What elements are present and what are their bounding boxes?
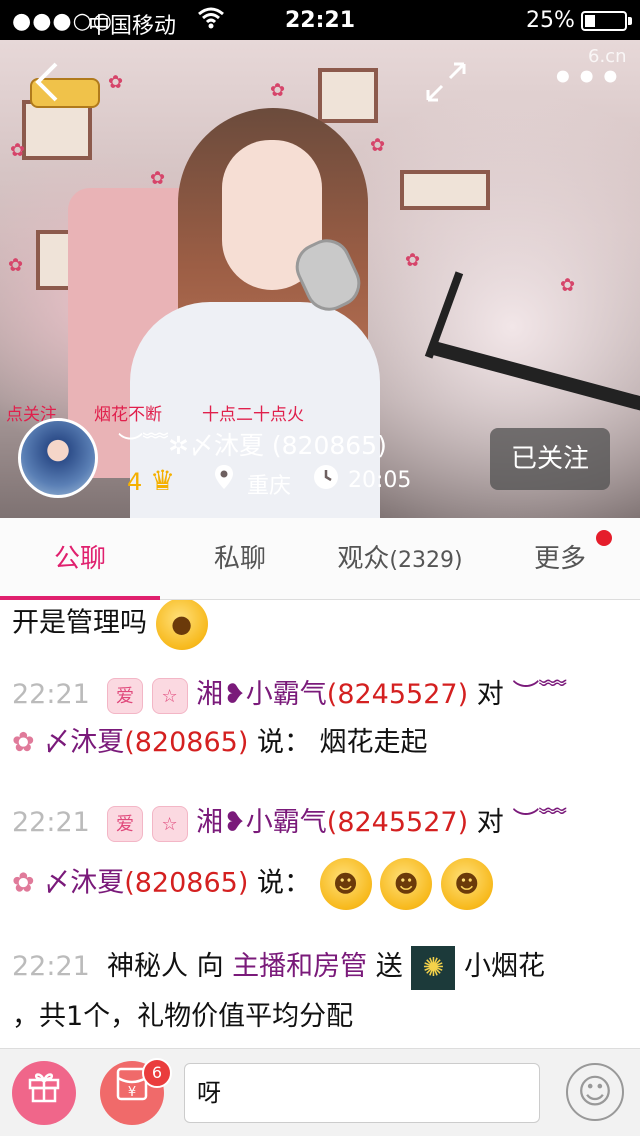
shocked-emoji-icon: ● (155, 600, 208, 650)
gift-sender: 神秘人 (106, 951, 188, 982)
live-duration: 20:05 (348, 468, 412, 493)
said-word: 说： (256, 867, 311, 899)
chat-message: 22:21 爱 ☆ 湘❥小霸气(8245527) 对 ︶﹌ (12, 672, 566, 714)
tab-more[interactable]: 更多 (480, 518, 640, 600)
butterfly-icon: ✿ (8, 255, 24, 276)
tab-label: 私聊 (213, 544, 266, 574)
target-name[interactable]: 〆沐夏 (43, 727, 124, 758)
chat-message: 22:21 爱 ☆ 湘❥小霸气(8245527) 对 ︶﹌ (12, 800, 566, 842)
message-text: 开是管理吗 (12, 607, 147, 639)
to-word: 对 (476, 807, 504, 838)
butterfly-icon: ✿ (405, 250, 421, 271)
chat-tabs: 公聊 私聊 观众(2329) 更多 (0, 518, 640, 600)
live-video[interactable]: ✿ ✿ ✿ ✿ ✿ ✿ ✿ ✿ ••• 6.cn 点关注 烟花不断 十点二十点火… (0, 40, 640, 518)
gift-recipients: 主播和房管 (232, 951, 368, 982)
to-word: 对 (476, 679, 504, 710)
audience-count: (2329) (389, 548, 463, 573)
message-time: 22:21 (12, 951, 90, 982)
gift-message: 22:21 神秘人 向 主播和房管 送 ✺ 小烟花 (12, 944, 545, 990)
tab-label: 观众 (337, 544, 390, 574)
grin-emoji-icon: ☻ (319, 858, 372, 910)
gift-message-cont: ，共1个，礼物价值平均分配 (12, 994, 353, 1033)
target-id: (820865) (124, 727, 249, 758)
butterfly-icon: ✿ (108, 72, 124, 93)
chat-message: 开是管理吗 ● (12, 600, 208, 650)
star-badge-icon: ☆ (151, 677, 188, 714)
chat-message-cont: ✿ 〆沐夏(820865) 说： ☻ ☻ ☻ (12, 858, 493, 910)
tab-label: 更多 (533, 544, 586, 574)
grin-emoji-icon: ☻ (380, 858, 433, 910)
flower-icon: ✿ (12, 867, 35, 899)
location-city: 重庆 (247, 474, 292, 499)
gift-icon (28, 1073, 60, 1103)
target-name[interactable]: 〆沐夏 (43, 868, 124, 899)
message-time: 22:21 (12, 807, 90, 838)
butterfly-icon: ✿ (560, 275, 576, 296)
send-word: 送 (375, 951, 403, 982)
love-badge-icon: 爱 (106, 805, 143, 842)
follow-button[interactable]: 已关注 (490, 428, 610, 490)
back-button[interactable] (32, 60, 60, 113)
said-word: 说： (256, 727, 311, 758)
anchor-level: 4 (127, 468, 143, 496)
gift-detail: ，共1个，礼物价值平均分配 (12, 1001, 354, 1032)
message-time: 22:21 (12, 679, 90, 710)
firework-gift-icon: ✺ (411, 945, 456, 990)
message-text: 烟花走起 (319, 727, 428, 758)
battery-percent: 25% (526, 8, 575, 33)
red-envelope-count: 6 (142, 1058, 172, 1088)
gift-button[interactable] (12, 1061, 76, 1125)
wall-frame (400, 170, 490, 210)
notification-dot (596, 530, 612, 546)
smile-icon[interactable]: ☺ (566, 1063, 624, 1121)
crown-icon: ♛ (150, 464, 176, 497)
grin-emoji-icon: ☻ (440, 858, 493, 910)
anchor-avatar[interactable] (18, 418, 98, 498)
star-badge-icon: ☆ (151, 805, 188, 842)
butterfly-icon: ✿ (10, 140, 26, 161)
input-bar: ¥ 呀 ☺ (0, 1048, 640, 1136)
butterfly-icon: ✿ (270, 80, 286, 101)
chat-input[interactable]: 呀 (184, 1063, 540, 1123)
target-id: (820865) (124, 867, 249, 899)
svg-text:¥: ¥ (128, 1085, 136, 1100)
tag-fireworks: 烟花不断 (94, 405, 162, 425)
butterfly-icon: ✿ (370, 135, 386, 156)
battery-icon (581, 11, 627, 31)
love-badge-icon: 爱 (106, 677, 143, 714)
anchor-name: ︶﹌✲〆沐夏 (820865) (118, 431, 387, 460)
target-prefix: ︶﹌ (512, 679, 567, 710)
target-prefix: ︶﹌ (512, 807, 567, 838)
tag-schedule: 十点二十点火 (202, 405, 304, 425)
tab-label: 公聊 (53, 544, 106, 574)
to-word: 向 (196, 951, 224, 982)
sender-id: (8245527) (326, 807, 469, 838)
chat-message-cont: ✿ 〆沐夏(820865) 说： 烟花走起 (12, 720, 428, 759)
fullscreen-button[interactable] (424, 60, 468, 113)
flower-icon: ✿ (12, 727, 35, 758)
status-bar: ●●●○○ 中国移动 22:21 25% (0, 0, 640, 40)
location-icon (214, 464, 234, 496)
gift-name: 小烟花 (463, 951, 545, 982)
sender-name[interactable]: 湘❥小霸气 (196, 679, 327, 710)
sender-name[interactable]: 湘❥小霸气 (196, 807, 327, 838)
tab-private-chat[interactable]: 私聊 (160, 518, 320, 600)
clock-icon (313, 464, 339, 496)
butterfly-icon: ✿ (150, 168, 166, 189)
tab-audience[interactable]: 观众(2329) (320, 518, 480, 600)
tab-public-chat[interactable]: 公聊 (0, 518, 160, 600)
wall-frame (318, 68, 378, 123)
sender-id: (8245527) (326, 679, 469, 710)
chat-list[interactable]: 开是管理吗 ● 22:21 爱 ☆ 湘❥小霸气(8245527) 对 ︶﹌ ✿ … (0, 600, 640, 1048)
site-watermark: 6.cn (588, 46, 627, 67)
battery-nub (628, 17, 632, 25)
